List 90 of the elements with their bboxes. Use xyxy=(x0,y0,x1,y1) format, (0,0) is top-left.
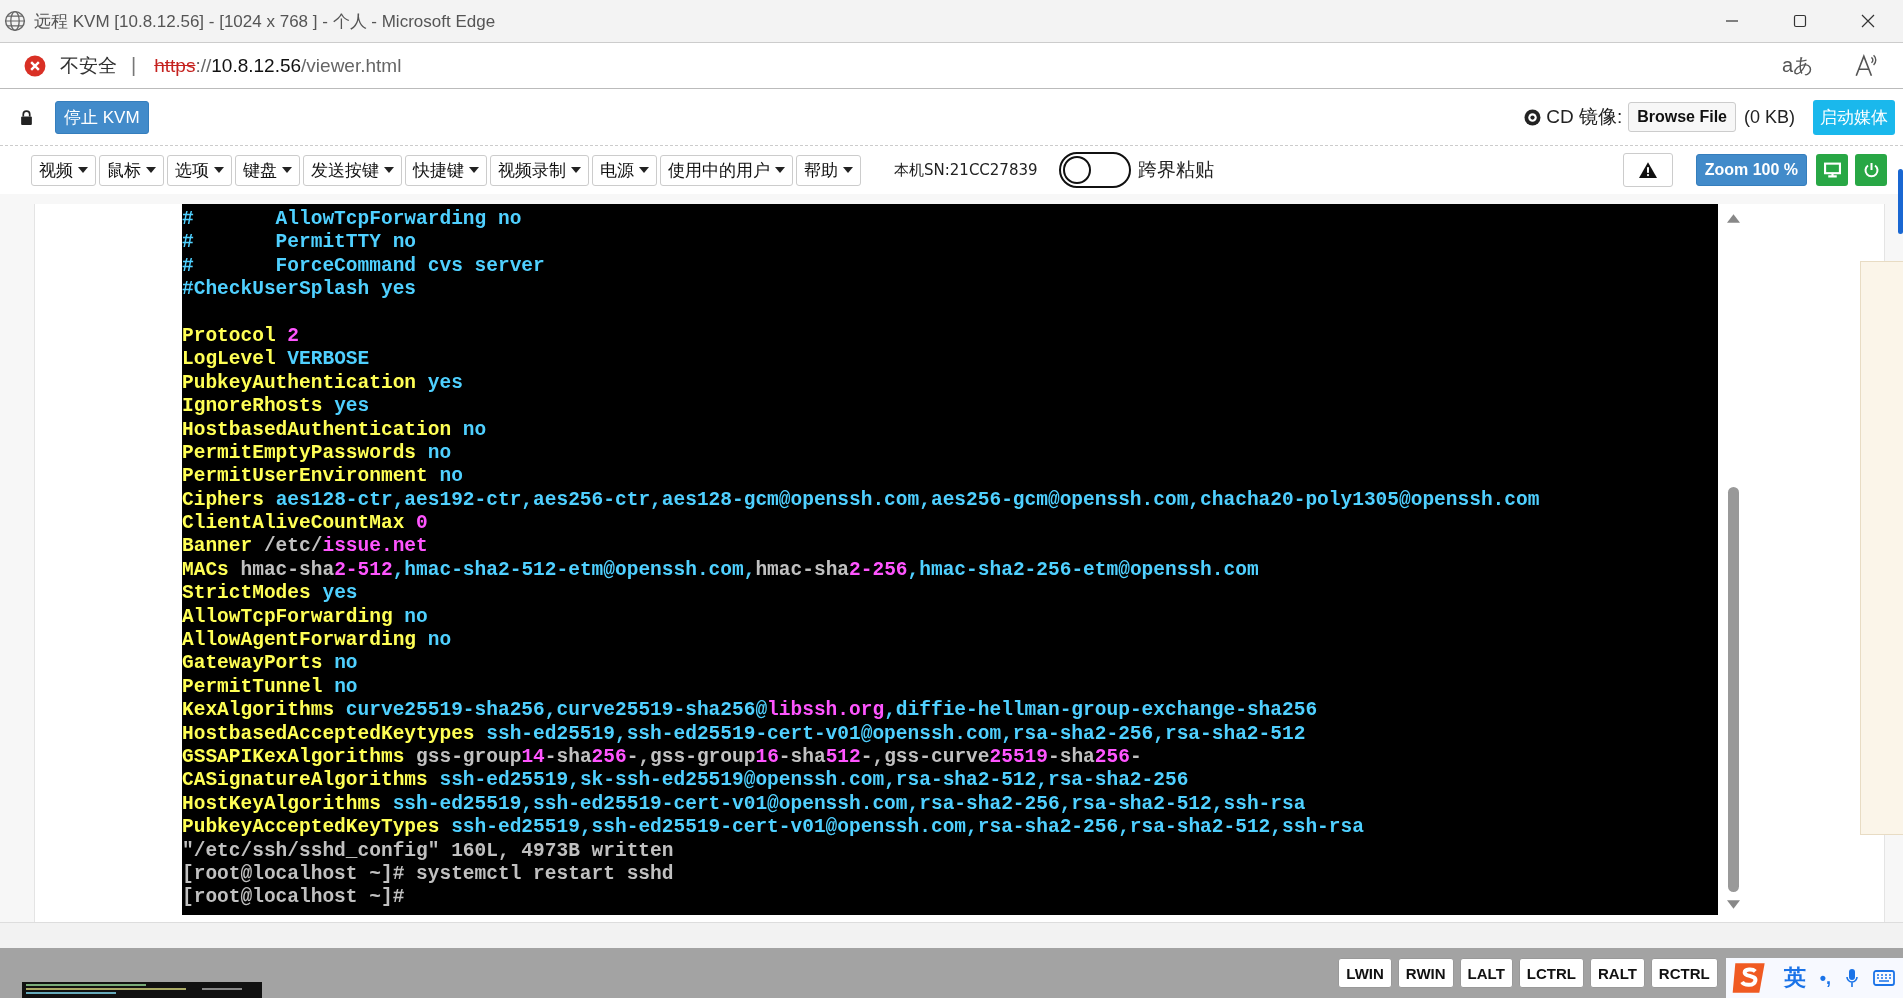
translate-icon[interactable]: aあ xyxy=(1781,52,1813,79)
terminal-line: HostbasedAuthentication no xyxy=(182,418,487,442)
terminal-line: GatewayPorts no xyxy=(182,652,358,676)
close-icon[interactable] xyxy=(1861,14,1875,28)
terminal-line: Banner /etc/issue.net xyxy=(182,535,428,559)
warning-icon xyxy=(1638,162,1657,178)
key-button[interactable]: RCTRL xyxy=(1650,958,1718,988)
terminal-line: CASignatureAlgorithms ssh-ed25519,sk-ssh-ed25519@openssh.com,rsa-sha2-512,rsa-sha2-256 xyxy=(182,769,1189,793)
terminal-line: # AllowTcpForwarding no xyxy=(182,208,522,232)
url-field[interactable]: https://10.8.12.56/viewer.html xyxy=(154,54,402,77)
monitor-button[interactable] xyxy=(1816,154,1848,186)
caret-icon xyxy=(146,167,156,173)
terminal-line: HostbasedAcceptedKeytypes ssh-ed25519,ssh-ed25519-cert-v01@openssh.com,rsa-sha2-256,rsa-sha2-512 xyxy=(182,722,1306,746)
terminal-line: [root@localhost ~]# systemctl restart sshd xyxy=(182,862,674,887)
key-button[interactable]: LALT xyxy=(1459,958,1513,988)
terminal-line: PermitUserEnvironment no xyxy=(182,465,463,489)
globe-icon xyxy=(4,10,26,32)
maximize-icon[interactable] xyxy=(1793,14,1807,28)
security-label[interactable]: 不安全 xyxy=(60,52,117,79)
read-aloud-icon[interactable] xyxy=(1853,52,1879,79)
scroll-indicator xyxy=(1898,169,1903,234)
terminal-line: AllowTcpForwarding no xyxy=(182,605,428,630)
paste-toggle[interactable] xyxy=(1058,152,1131,188)
menu-button[interactable]: 视频录制 xyxy=(490,154,589,186)
scroll-up-icon[interactable] xyxy=(1726,214,1740,223)
lock-icon xyxy=(20,109,33,125)
terminal-line: PubkeyAuthentication yes xyxy=(182,371,463,396)
caret-icon xyxy=(384,167,394,173)
menu-button[interactable]: 电源 xyxy=(592,154,657,186)
ime-language[interactable]: 英 xyxy=(1783,963,1806,993)
terminal-line: #CheckUserSplash yes xyxy=(182,278,417,302)
menu-button[interactable]: 选项 xyxy=(167,154,232,186)
caret-icon xyxy=(639,167,649,173)
terminal-line: # PermitTTY no xyxy=(182,231,417,255)
terminal-line: Ciphers aes128-ctr,aes192-ctr,aes256-ctr,aes128-gcm@openssh.com,aes256-gcm@openssh.com,chacha20-poly1305@openssh.com xyxy=(182,488,1540,513)
caret-icon xyxy=(469,167,479,173)
terminal-line: IgnoreRhosts yes xyxy=(182,395,370,419)
caret-icon xyxy=(571,167,581,173)
window-title: 远程 KVM [10.8.12.56] - [1024 x 768 ] - 个人 - Microsoft Edge xyxy=(34,10,496,33)
caret-icon xyxy=(214,167,224,173)
keyboard-icon[interactable] xyxy=(1873,969,1895,987)
key-button[interactable]: LWIN xyxy=(1338,958,1392,988)
terminal-line: Protocol 2 xyxy=(182,324,300,349)
menu-button[interactable]: 键盘 xyxy=(235,154,300,186)
terminal-line: ClientAliveCountMax 0 xyxy=(182,512,428,536)
terminal-line: "/etc/ssh/sshd_config" 160L, 4973B written xyxy=(182,839,674,863)
terminal-line: PermitTunnel no xyxy=(182,675,358,700)
caret-icon xyxy=(775,167,785,173)
serial-number: 本机SN:21CC27839 xyxy=(894,160,1038,180)
browse-file-button[interactable]: Browse File xyxy=(1628,102,1736,132)
terminal-line: GSSAPIKexAlgorithms gss-group14-sha256-,gss-group16-sha512-,gss-curve25519-sha256- xyxy=(182,746,1142,770)
ime-punctuation[interactable]: •, xyxy=(1819,967,1831,989)
paste-toggle-label: 跨界粘贴 xyxy=(1137,158,1214,182)
power-icon xyxy=(1862,162,1880,178)
key-button[interactable]: RWIN xyxy=(1397,958,1454,988)
menu-button[interactable]: 鼠标 xyxy=(99,154,164,186)
caret-icon xyxy=(843,167,853,173)
power-button[interactable] xyxy=(1855,154,1887,186)
terminal-line: # ForceCommand cvs server xyxy=(182,254,545,279)
disc-icon xyxy=(1524,108,1542,126)
caret-icon xyxy=(78,167,88,173)
file-size: (0 KB) xyxy=(1744,106,1795,128)
terminal-screen[interactable] xyxy=(182,204,1718,915)
zoom-button[interactable]: Zoom 100 % xyxy=(1695,154,1807,186)
menu-button[interactable]: 使用中的用户 xyxy=(660,154,793,186)
key-button[interactable]: RALT xyxy=(1589,958,1645,988)
stop-kvm-button[interactable]: 停止 KVM xyxy=(55,100,149,134)
terminal-line: [root@localhost ~]# xyxy=(182,886,405,910)
terminal-line: PermitEmptyPasswords no xyxy=(182,441,452,466)
menu-button[interactable]: 视频 xyxy=(31,154,96,186)
scroll-down-icon[interactable] xyxy=(1726,900,1740,909)
terminal-line: StrictModes yes xyxy=(182,582,358,606)
monitor-icon xyxy=(1823,162,1841,178)
terminal-line: MACs hmac-sha2-512,hmac-sha2-512-etm@openssh.com,hmac-sha2-256,hmac-sha2-256-etm@openssh.com xyxy=(182,558,1259,583)
warning-x-icon[interactable] xyxy=(24,54,46,77)
terminal-line: AllowAgentForwarding no xyxy=(182,629,452,653)
menu-button[interactable]: 快捷键 xyxy=(405,154,487,186)
microphone-icon[interactable] xyxy=(1845,967,1859,989)
terminal-line: LogLevel VERBOSE xyxy=(182,348,370,372)
scrollbar-thumb[interactable] xyxy=(1727,487,1739,892)
warning-button[interactable] xyxy=(1622,153,1673,187)
terminal-line: PubkeyAcceptedKeyTypes ssh-ed25519,ssh-ed25519-cert-v01@openssh.com,rsa-sha2-256,rsa-sha2-512,ssh-rsa xyxy=(182,816,1364,840)
menu-button[interactable]: 发送按键 xyxy=(303,154,402,186)
terminal-line: HostKeyAlgorithms ssh-ed25519,ssh-ed25519-cert-v01@openssh.com,rsa-sha2-256,rsa-sha2-512,ssh-rsa xyxy=(182,792,1306,817)
caret-icon xyxy=(282,167,292,173)
terminal-line: KexAlgorithms curve25519-sha256,curve25519-sha256@libssh.org,diffie-hellman-group-exchange-sha256 xyxy=(182,699,1318,723)
separator: | xyxy=(131,54,137,77)
cd-image-label: CD 镜像: xyxy=(1546,105,1623,129)
key-button[interactable]: LCTRL xyxy=(1518,958,1584,988)
menu-button[interactable]: 帮助 xyxy=(796,154,861,186)
